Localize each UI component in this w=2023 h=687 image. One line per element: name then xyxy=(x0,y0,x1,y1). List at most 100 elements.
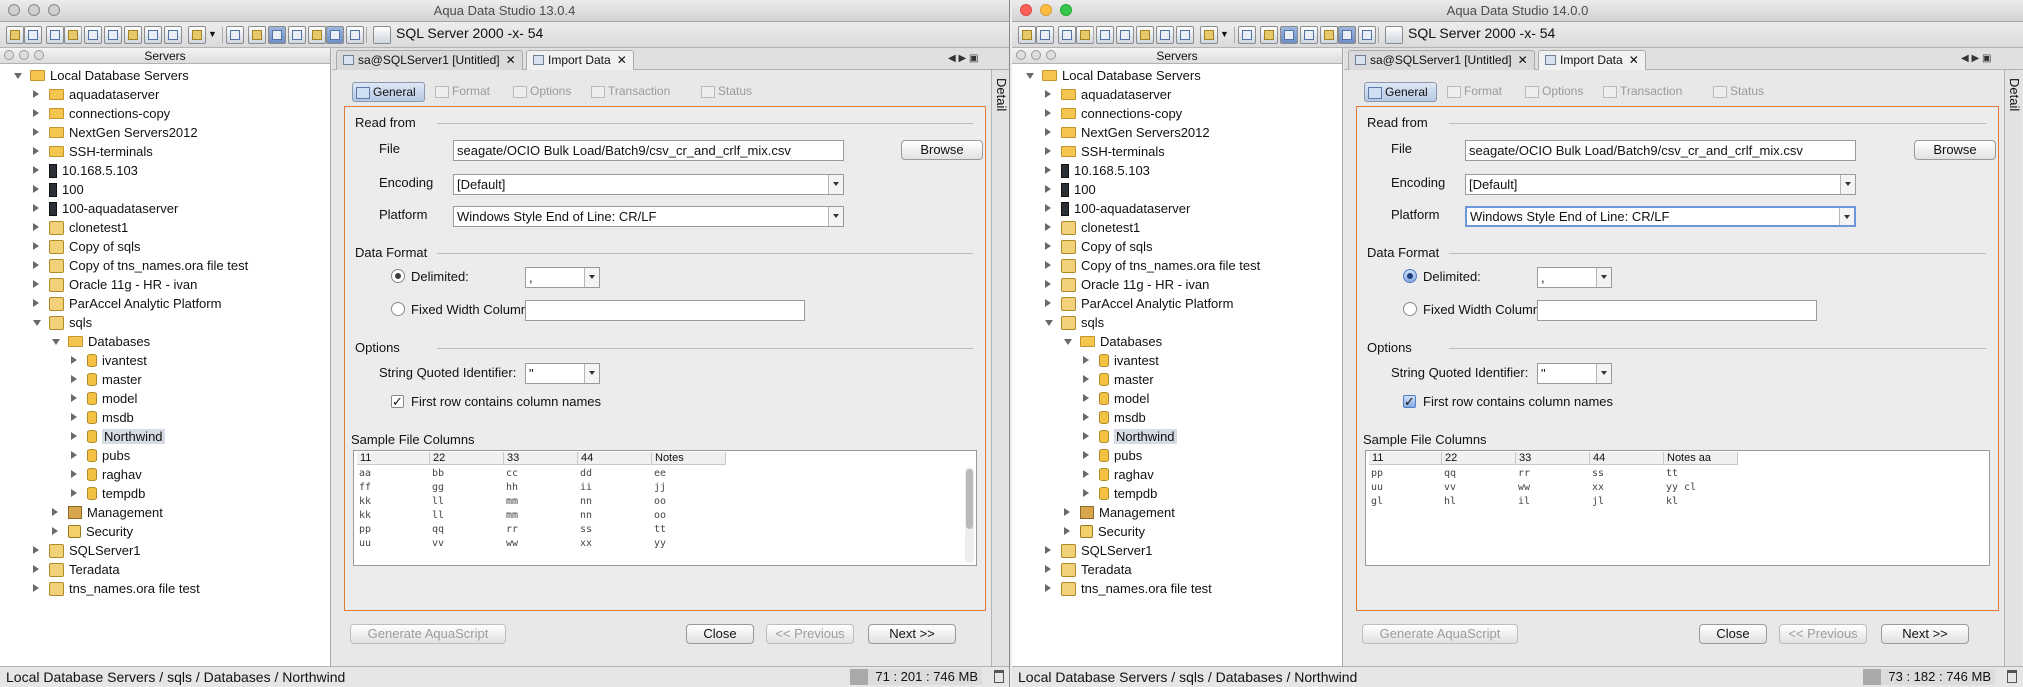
expand-arrow-icon[interactable] xyxy=(33,242,39,250)
panel-control-button[interactable] xyxy=(4,50,14,60)
tree-item[interactable]: tns_names.ora file test xyxy=(33,579,200,598)
expand-arrow-icon[interactable] xyxy=(71,432,77,440)
tree-item[interactable]: 100-aquadataserver xyxy=(1045,199,1190,218)
fixed-width-radio[interactable] xyxy=(391,302,405,316)
close-tab-icon[interactable]: ✕ xyxy=(1518,53,1528,67)
column-header[interactable]: 22 xyxy=(1442,452,1516,465)
expand-arrow-icon[interactable] xyxy=(71,413,77,421)
tree-item[interactable]: 10.168.5.103 xyxy=(33,161,138,180)
close-window-button[interactable] xyxy=(8,4,20,16)
grid-icon[interactable] xyxy=(1238,26,1256,44)
expand-arrow-icon[interactable] xyxy=(71,451,77,459)
column-header[interactable]: 22 xyxy=(430,452,504,465)
column-header[interactable]: 33 xyxy=(504,452,578,465)
table-icon[interactable] xyxy=(1116,26,1134,44)
minimize-window-button[interactable] xyxy=(28,4,40,16)
tab-nav-arrows-icon[interactable]: ◀ ▶ ▣ xyxy=(1961,53,1991,64)
encoding-select[interactable]: [Default] xyxy=(453,174,844,195)
wizard-tab-status[interactable]: Status xyxy=(1710,82,1764,102)
file-path-input[interactable]: seagate/OCIO Bulk Load/Batch9/csv_cr_and… xyxy=(453,140,844,161)
compare-icon[interactable] xyxy=(144,26,162,44)
column-header[interactable]: 11 xyxy=(357,452,430,465)
file-path-input[interactable]: seagate/OCIO Bulk Load/Batch9/csv_cr_and… xyxy=(1465,140,1856,161)
server-icon[interactable] xyxy=(164,26,182,44)
disconnect-icon[interactable] xyxy=(64,26,82,44)
layout-2-icon[interactable] xyxy=(1280,26,1298,44)
layout-3-icon[interactable] xyxy=(1300,26,1318,44)
tree-item[interactable]: master xyxy=(71,370,142,389)
tree-item[interactable]: Security xyxy=(52,522,133,541)
tree-item[interactable]: Security xyxy=(1064,522,1145,541)
schema-icon[interactable] xyxy=(1136,26,1154,44)
platform-select[interactable]: Windows Style End of Line: CR/LF xyxy=(1465,206,1856,227)
expand-arrow-icon[interactable] xyxy=(1083,375,1089,383)
minimize-window-button[interactable] xyxy=(1040,4,1052,16)
tree-item[interactable]: pubs xyxy=(71,446,130,465)
server-select-icon[interactable] xyxy=(1385,26,1403,44)
expand-arrow-icon[interactable] xyxy=(1064,508,1070,516)
delimited-radio[interactable] xyxy=(391,269,405,283)
expand-arrow-icon[interactable] xyxy=(1045,166,1051,174)
tree-item[interactable]: Copy of sqls xyxy=(33,237,141,256)
tree-item[interactable]: Copy of tns_names.ora file test xyxy=(1045,256,1260,275)
close-window-button[interactable] xyxy=(1020,4,1032,16)
platform-select[interactable]: Windows Style End of Line: CR/LF xyxy=(453,206,844,227)
query-icon[interactable] xyxy=(1096,26,1114,44)
collapse-arrow-icon[interactable] xyxy=(1045,320,1053,326)
tree-item[interactable]: clonetest1 xyxy=(33,218,128,237)
tree-item[interactable]: 100 xyxy=(33,180,84,199)
expand-arrow-icon[interactable] xyxy=(33,299,39,307)
tree-item-selected[interactable]: Northwind xyxy=(71,427,165,446)
open-icon[interactable] xyxy=(24,26,42,44)
grid-icon[interactable] xyxy=(226,26,244,44)
expand-arrow-icon[interactable] xyxy=(33,90,39,98)
column-header[interactable]: Notes xyxy=(652,452,726,465)
tree-item[interactable]: sqls xyxy=(1045,313,1104,332)
tree-item[interactable]: 10.168.5.103 xyxy=(1045,161,1150,180)
encoding-select[interactable]: [Default] xyxy=(1465,174,1856,195)
expand-arrow-icon[interactable] xyxy=(33,565,39,573)
layout-6-icon[interactable] xyxy=(346,26,364,44)
tab-import-data[interactable]: Import Data ✕ xyxy=(1538,50,1646,70)
column-header[interactable]: 11 xyxy=(1369,452,1442,465)
close-tab-icon[interactable]: ✕ xyxy=(506,53,516,67)
expand-arrow-icon[interactable] xyxy=(71,394,77,402)
tree-item[interactable]: Management xyxy=(1064,503,1175,522)
layout-4-icon[interactable] xyxy=(308,26,326,44)
generate-aquascript-button[interactable]: Generate AquaScript xyxy=(350,624,506,644)
expand-arrow-icon[interactable] xyxy=(1045,242,1051,250)
delimited-radio[interactable] xyxy=(1403,269,1417,283)
tree-item-selected[interactable]: Northwind xyxy=(1083,427,1177,446)
previous-button[interactable]: << Previous xyxy=(1779,624,1867,644)
column-header[interactable]: Notes aa xyxy=(1664,452,1738,465)
browse-button[interactable]: Browse xyxy=(901,140,983,160)
expand-arrow-icon[interactable] xyxy=(33,185,39,193)
panel-control-button[interactable] xyxy=(1031,50,1041,60)
close-button[interactable]: Close xyxy=(686,624,754,644)
expand-arrow-icon[interactable] xyxy=(33,546,39,554)
expand-arrow-icon[interactable] xyxy=(33,166,39,174)
expand-arrow-icon[interactable] xyxy=(33,280,39,288)
tree-item[interactable]: Databases xyxy=(1064,332,1162,351)
tree-item[interactable]: Copy of tns_names.ora file test xyxy=(33,256,248,275)
new-file-icon[interactable] xyxy=(6,26,24,44)
tree-item[interactable]: clonetest1 xyxy=(1045,218,1140,237)
delimiter-select[interactable]: , xyxy=(525,267,600,288)
connect-icon[interactable] xyxy=(46,26,64,44)
tree-item[interactable]: Oracle 11g - HR - ivan xyxy=(33,275,197,294)
first-row-header-checkbox[interactable]: ✓ xyxy=(391,395,404,408)
first-row-header-checkbox[interactable]: ✓ xyxy=(1403,395,1416,408)
history-icon[interactable] xyxy=(188,26,206,44)
collapse-arrow-icon[interactable] xyxy=(14,73,22,79)
layout-1-icon[interactable] xyxy=(248,26,266,44)
collapse-arrow-icon[interactable] xyxy=(1064,339,1072,345)
expand-arrow-icon[interactable] xyxy=(52,527,58,535)
query-icon[interactable] xyxy=(84,26,102,44)
expand-arrow-icon[interactable] xyxy=(33,584,39,592)
tree-item[interactable]: connections-copy xyxy=(1045,104,1182,123)
memory-indicator[interactable]: 73 : 182 : 746 MB xyxy=(1863,669,1995,685)
layout-5-icon[interactable] xyxy=(326,26,344,44)
new-file-icon[interactable] xyxy=(1018,26,1036,44)
expand-arrow-icon[interactable] xyxy=(71,356,77,364)
layout-3-icon[interactable] xyxy=(288,26,306,44)
